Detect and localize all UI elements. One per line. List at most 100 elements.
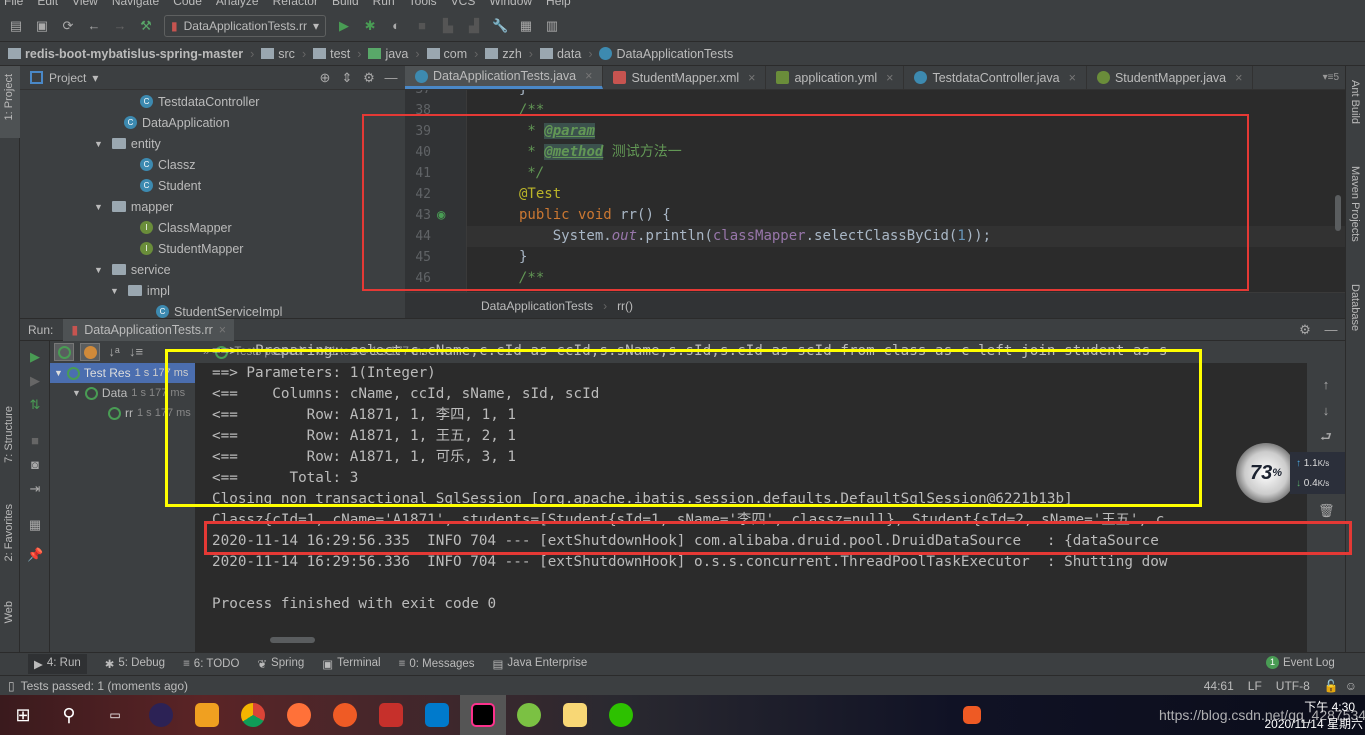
wechat-icon[interactable] — [598, 695, 644, 735]
close-icon[interactable]: × — [748, 71, 755, 85]
soft-wrap-icon[interactable]: ⮐ — [1318, 429, 1334, 445]
run-tab[interactable]: ▮ DataApplicationTests.rr × — [63, 318, 235, 341]
start-button[interactable]: ⊞ — [0, 695, 46, 735]
breadcrumb-item[interactable]: java — [385, 47, 408, 61]
menu-refactor[interactable]: Refactor — [273, 0, 318, 8]
redis-icon[interactable] — [368, 695, 414, 735]
project-tree-item[interactable]: ▼ entity — [20, 133, 405, 154]
export-icon[interactable]: ⇥ — [27, 481, 43, 497]
tool-tab-todo[interactable]: ≡ 6: TODO — [183, 658, 239, 670]
search-icon[interactable]: ⚲ — [46, 695, 92, 735]
save-icon[interactable]: ▣ — [34, 18, 50, 34]
sdk-icon[interactable]: ▥ — [544, 18, 560, 34]
project-tree-item[interactable]: ▼ mapper — [20, 196, 405, 217]
breadcrumb-item[interactable]: test — [330, 47, 350, 61]
editor-tab[interactable]: TestdataController.java × — [904, 66, 1087, 89]
collapse-icon[interactable]: ⇕ — [339, 70, 355, 86]
profile-icon[interactable]: ▟ — [466, 18, 482, 34]
tool-tab-debug[interactable]: ✱ 5: Debug — [105, 657, 165, 671]
project-tree-item[interactable]: ▼ service — [20, 259, 405, 280]
show-ignored-toggle[interactable] — [80, 343, 100, 361]
test-tree-item[interactable]: ▼ Data 1 s 177 ms — [50, 383, 195, 403]
editor-scrollbar[interactable] — [1335, 195, 1341, 231]
sort-duration-icon[interactable]: ↓≡ — [128, 344, 144, 360]
sync-icon[interactable]: ⟳ — [60, 18, 76, 34]
tool-tab-javaenterprise[interactable]: ▤ Java Enterprise — [493, 657, 588, 671]
close-icon[interactable]: × — [1235, 71, 1242, 85]
eclipse-icon[interactable] — [138, 695, 184, 735]
editor-tab[interactable]: DataApplicationTests.java × — [405, 66, 604, 89]
layout-icon[interactable]: ▦ — [27, 517, 43, 533]
editor-tab[interactable]: StudentMapper.xml × — [603, 66, 767, 89]
crumb-class[interactable]: DataApplicationTests — [481, 299, 593, 313]
menu-edit[interactable]: Edit — [37, 0, 58, 8]
firefox-icon[interactable] — [276, 695, 322, 735]
menu-tools[interactable]: Tools — [409, 0, 437, 8]
breadcrumb-item[interactable]: DataApplicationTests — [616, 47, 733, 61]
structure-tool-button[interactable]: 7: Structure — [3, 406, 15, 463]
breadcrumb-item[interactable]: src — [278, 47, 295, 61]
crumb-method[interactable]: rr() — [617, 299, 633, 313]
vscode-icon[interactable] — [414, 695, 460, 735]
close-icon[interactable]: × — [219, 323, 226, 337]
stop-icon[interactable]: ■ — [27, 433, 43, 449]
expand-arrow-icon[interactable]: ▼ — [94, 265, 103, 275]
project-tree-item[interactable]: I ClassMapper — [20, 217, 405, 238]
postman-icon[interactable] — [322, 695, 368, 735]
web-tool-button[interactable]: Web — [3, 601, 15, 623]
tool-tab-spring[interactable]: ❦ Spring — [257, 657, 304, 671]
pin-icon[interactable]: 📌 — [27, 547, 43, 563]
editor-tab[interactable]: StudentMapper.java × — [1087, 66, 1254, 89]
project-tree-item[interactable]: C Student — [20, 175, 405, 196]
build-hammer-icon[interactable]: ⚒ — [138, 18, 154, 34]
rerun-icon[interactable]: ▶ — [27, 349, 43, 365]
expand-arrow-icon[interactable]: ▼ — [94, 139, 103, 149]
close-icon[interactable]: × — [886, 71, 893, 85]
menu-analyze[interactable]: Analyze — [216, 0, 259, 8]
run-icon[interactable]: ▶ — [336, 18, 352, 34]
console-scrollbar[interactable] — [195, 637, 1295, 645]
show-passed-toggle[interactable] — [54, 343, 74, 361]
file-explorer-icon[interactable] — [552, 695, 598, 735]
test-tree-item[interactable]: rr 1 s 177 ms — [50, 403, 195, 423]
project-tree-item[interactable]: C TestdataController — [20, 91, 405, 112]
chevron-down-icon[interactable]: ▾ — [92, 71, 98, 85]
locate-icon[interactable]: ⊕ — [317, 70, 333, 86]
menu-navigate[interactable]: Navigate — [112, 0, 159, 8]
camera-icon[interactable]: ◙ — [27, 457, 43, 473]
code-area[interactable]: 37} 38 /** 39 * @param 40 * @method 测试方法一… — [405, 90, 1345, 292]
project-tree-item[interactable]: I StudentMapper — [20, 238, 405, 259]
project-structure-icon[interactable]: ▦ — [518, 18, 534, 34]
menu-help[interactable]: Help — [546, 0, 571, 8]
menu-run[interactable]: Run — [373, 0, 395, 8]
run-config-select[interactable]: ▮ DataApplicationTests.rr ▾ — [164, 14, 327, 37]
settings-wrench-icon[interactable]: 🔧 — [492, 18, 508, 34]
hide-icon[interactable]: — — [383, 70, 399, 86]
gear-icon[interactable]: ⚙ — [361, 70, 377, 86]
expand-arrow-icon[interactable]: ▼ — [94, 202, 103, 212]
tray-app-icon[interactable] — [949, 695, 995, 735]
up-arrow-icon[interactable]: ↑ — [1318, 377, 1334, 393]
project-panel-title[interactable]: Project — [49, 71, 86, 85]
breadcrumb-item[interactable]: zzh — [502, 47, 521, 61]
file-encoding[interactable]: UTF-8 — [1276, 679, 1310, 693]
toggle-autotest-icon[interactable]: ⇅ — [27, 397, 43, 413]
ant-build-tool-button[interactable]: Ant Build — [1349, 80, 1361, 124]
tabs-overflow-button[interactable]: ▾≡ 5 — [1317, 66, 1345, 89]
close-icon[interactable]: × — [585, 69, 592, 83]
open-folder-icon[interactable]: ▤ — [8, 18, 24, 34]
project-tree-item[interactable]: ▼ impl — [20, 280, 405, 301]
project-tree-item[interactable]: C Classz — [20, 154, 405, 175]
test-tree-item[interactable]: ▼ Test Res 1 s 177 ms — [50, 363, 195, 383]
attach-icon[interactable]: ▙ — [440, 18, 456, 34]
stop-icon[interactable]: ■ — [414, 18, 430, 34]
debug-bug-icon[interactable]: ✱ — [362, 18, 378, 34]
run-test-gutter-icon[interactable]: ◉ — [437, 205, 445, 226]
close-icon[interactable]: × — [1069, 71, 1076, 85]
rerun-failed-icon[interactable]: ▶ — [27, 373, 43, 389]
task-view-icon[interactable]: ▭ — [92, 695, 138, 735]
clock-time[interactable]: 下午 4:30 — [1304, 698, 1355, 715]
favorites-tool-button[interactable]: 2: Favorites — [3, 504, 15, 561]
forward-icon[interactable]: → — [112, 18, 128, 34]
project-tool-button[interactable]: 1: Project — [3, 74, 15, 120]
